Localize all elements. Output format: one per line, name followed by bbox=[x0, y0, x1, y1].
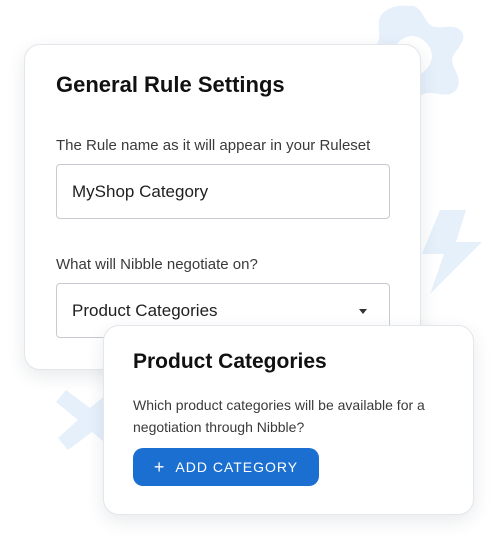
add-category-button[interactable]: + ADD CATEGORY bbox=[133, 448, 319, 486]
card-title: Product Categories bbox=[133, 350, 327, 373]
rule-name-label: The Rule name as it will appear in your … bbox=[56, 137, 371, 154]
caret-down-icon[interactable] bbox=[359, 309, 367, 314]
rule-name-input[interactable]: MyShop Category bbox=[56, 164, 390, 219]
product-categories-card: Product Categories Which product categor… bbox=[103, 325, 474, 515]
negotiate-on-label: What will Nibble negotiate on? bbox=[56, 256, 258, 273]
negotiate-on-value: Product Categories bbox=[72, 301, 218, 320]
plus-icon: + bbox=[153, 457, 166, 477]
add-category-label: ADD CATEGORY bbox=[175, 459, 299, 475]
rule-name-value: MyShop Category bbox=[72, 182, 209, 201]
general-rule-settings-card: General Rule Settings The Rule name as i… bbox=[24, 44, 421, 370]
card-title: General Rule Settings bbox=[56, 72, 285, 97]
card-description: Which product categories will be availab… bbox=[133, 397, 425, 435]
